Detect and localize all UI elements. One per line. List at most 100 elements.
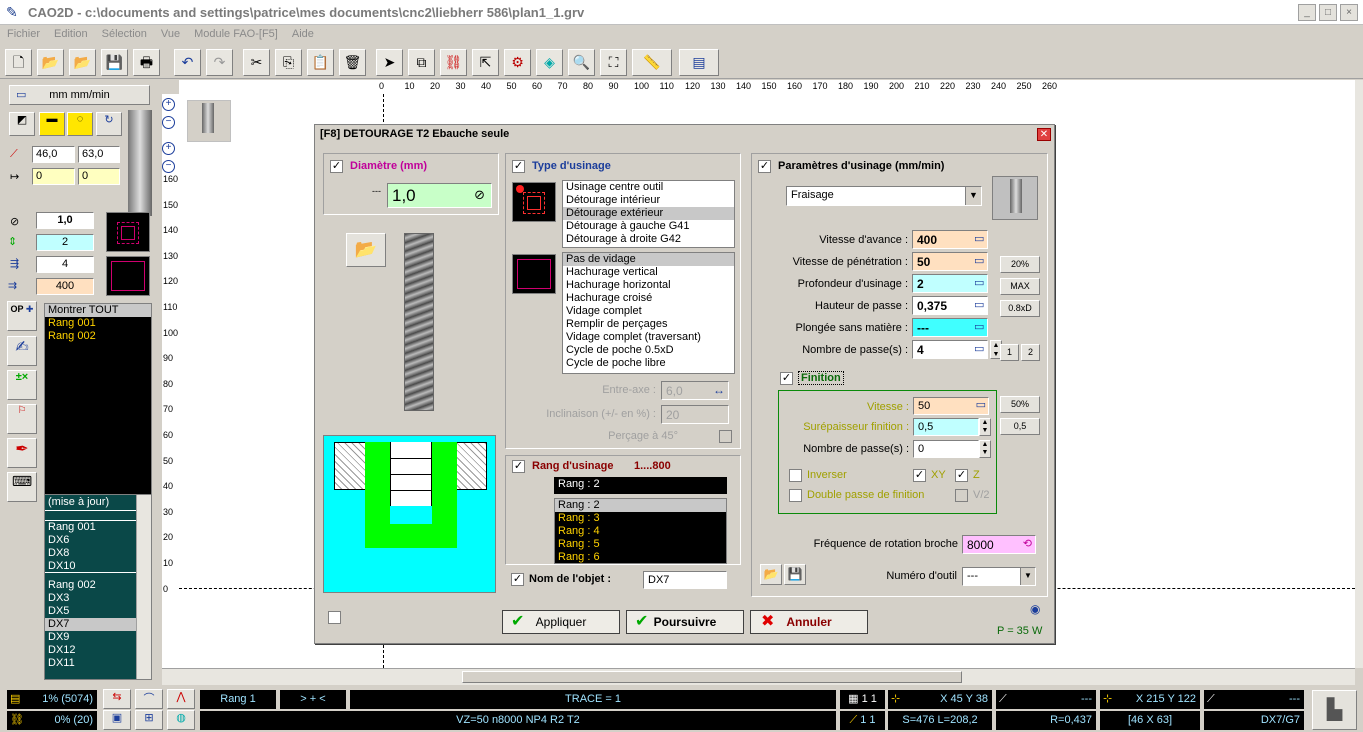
select-arrow-icon[interactable]: ➤ (376, 49, 403, 76)
onoff-icon[interactable]: ⚐ (7, 404, 37, 434)
maximize-button[interactable]: □ (1319, 4, 1337, 21)
finition-vitesse-field[interactable]: 50 ▭ (913, 397, 989, 415)
horizontal-scrollbar[interactable] (162, 668, 1355, 685)
close-window-button[interactable]: × (1340, 4, 1358, 21)
mode-select[interactable]: Fraisage ▼ (786, 186, 982, 206)
fill-mode-list[interactable]: Pas de vidage Hachurage vertical Hachurage… (562, 252, 735, 374)
new-file-icon[interactable]: 🗋 (5, 49, 32, 76)
extra-checkbox[interactable] (328, 611, 341, 624)
copy-icon[interactable]: ⎘ (275, 49, 302, 76)
offset-b-field[interactable]: 0 (78, 168, 120, 185)
redo-icon[interactable]: ↷ (206, 49, 233, 76)
zoom-out-2-icon[interactable]: − (162, 160, 175, 173)
passes-2-button[interactable]: 2 (1021, 344, 1040, 361)
menu-aide[interactable]: Aide (285, 26, 321, 40)
keyboard-icon[interactable]: ⌨ (7, 472, 37, 502)
toggle-a-icon[interactable]: ⇆ (103, 689, 131, 709)
units-button[interactable]: ▭ mm mm/min (9, 85, 150, 105)
op-button[interactable]: OP ✚ (7, 301, 37, 331)
list-item[interactable]: Pas de vidage (563, 253, 734, 266)
list-item[interactable]: Hachurage croisé (563, 292, 734, 305)
left-diameter-field[interactable]: 1,0 (36, 212, 94, 229)
menu-edition[interactable]: Edition (47, 26, 95, 40)
zoom-out-icon[interactable]: − (162, 116, 175, 129)
offset-a-field[interactable]: 0 (32, 168, 75, 185)
object-list-scrollbar[interactable] (136, 495, 151, 679)
rotation-field[interactable]: 8000 ⟲ (962, 535, 1036, 554)
list-item[interactable]: Rang : 2 (555, 499, 726, 512)
undo-icon[interactable]: ↶ (174, 49, 201, 76)
object-name-checkbox[interactable]: ✓ (511, 573, 524, 586)
inverser-checkbox[interactable] (789, 469, 802, 482)
layer-item[interactable]: Rang 002 (45, 330, 151, 343)
toggle-b-icon[interactable]: ▣ (103, 710, 131, 730)
usinage-type-checkbox[interactable]: ✓ (512, 160, 525, 173)
cut-icon[interactable]: ✂ (243, 49, 270, 76)
sign-icon[interactable]: ✒ (7, 438, 37, 468)
menu-fichier[interactable]: Fichier (0, 26, 47, 40)
max-button[interactable]: MAX (1000, 278, 1040, 295)
left-depth-field[interactable]: 2 (36, 234, 94, 251)
print-icon[interactable]: 🖶 (133, 49, 160, 76)
open-tool-folder-icon[interactable]: 📂 (346, 233, 386, 267)
finition-passes-spinner[interactable]: ▲ ▼ (979, 440, 991, 458)
menu-selection[interactable]: Sélection (95, 26, 154, 40)
zoom-in-2-icon[interactable]: + (162, 142, 175, 155)
z-checkbox[interactable]: ✓ (955, 469, 968, 482)
list-item[interactable]: Usinage centre outil (563, 181, 734, 194)
coord-b-field[interactable]: 63,0 (78, 146, 120, 163)
xy-checkbox[interactable]: ✓ (913, 469, 926, 482)
cancel-button[interactable]: ✖ Annuler (750, 610, 868, 634)
chain-icon[interactable]: ⛓ (440, 49, 467, 76)
percage-checkbox[interactable] (719, 430, 732, 443)
vertical-scrollbar[interactable] (1355, 80, 1363, 668)
chevron-down-icon[interactable]: ▼ (965, 187, 981, 205)
save-params-icon[interactable]: 💾 (784, 564, 806, 585)
list-item[interactable]: Vidage complet (traversant) (563, 331, 734, 344)
delete-icon[interactable]: 🗑 (339, 49, 366, 76)
surep-field[interactable]: 0,5 (913, 418, 979, 436)
menu-vue[interactable]: Vue (154, 26, 187, 40)
caliper-icon[interactable]: 📏 (632, 49, 672, 76)
list-item[interactable]: Détourage à droite G42 (563, 233, 734, 246)
list-item[interactable]: Rang : 4 (555, 525, 726, 538)
list-item[interactable]: Cycle de poche 0.5xD (563, 344, 734, 357)
left-feed-field[interactable]: 400 (36, 278, 94, 295)
v2-checkbox[interactable] (955, 489, 968, 502)
layer-item[interactable]: Montrer TOUT (45, 304, 151, 317)
continue-button[interactable]: ✔ Poursuivre (626, 610, 744, 634)
open-params-icon[interactable]: 📂 (760, 564, 782, 585)
pct50-button[interactable]: 50% (1000, 396, 1040, 413)
list-item[interactable]: Rang : 3 (555, 512, 726, 525)
view-3d-icon[interactable]: ◈ (536, 49, 563, 76)
tool-settings-icon[interactable]: ⚙ (504, 49, 531, 76)
zoom-in-icon[interactable]: + (162, 98, 175, 111)
layer-item[interactable]: Rang 001 (45, 317, 151, 330)
list-item[interactable]: Détourage à gauche G41 (563, 220, 734, 233)
list-item[interactable]: Remplir de perçages (563, 318, 734, 331)
paste-icon[interactable]: 📋 (307, 49, 334, 76)
05-button[interactable]: 0,5 (1000, 418, 1040, 435)
list-item[interactable]: Cycle de poche libre (563, 357, 734, 370)
inclinaison-field[interactable]: 20 (661, 405, 729, 424)
edit-path-icon[interactable]: ✍ (7, 336, 37, 366)
contour-preview-icon[interactable] (106, 212, 150, 252)
zoom-fit-icon[interactable]: ⛶ (600, 49, 627, 76)
surep-spinner[interactable]: ▲ ▼ (979, 418, 991, 436)
menu-module-fao[interactable]: Module FAO-[F5] (187, 26, 285, 40)
list-item[interactable]: Détourage intérieur (563, 194, 734, 207)
finition-passes-field[interactable]: 0 (913, 440, 979, 458)
list-item[interactable]: Détourage extérieur (563, 207, 734, 220)
diameter-checkbox[interactable]: ✓ (330, 160, 343, 173)
scroll-thumb[interactable] (462, 671, 962, 683)
rang-list[interactable]: Rang : 2 Rang : 3 Rang : 4 Rang : 5 Rang : 6 (554, 498, 727, 564)
grid-icon[interactable]: ⊞ (135, 710, 163, 730)
close-dialog-icon[interactable]: ✕ (1037, 128, 1051, 141)
tool-num-select[interactable]: --- ▼ (962, 567, 1036, 586)
profile-icon[interactable]: ⋀ (167, 689, 195, 709)
apply-button[interactable]: ✔ Appliquer (502, 610, 620, 634)
double-checkbox[interactable] (789, 489, 802, 502)
save-icon[interactable]: 💾 (101, 49, 128, 76)
coord-a-field[interactable]: 46,0 (32, 146, 75, 163)
select-shapes-icon[interactable]: ⧉ (408, 49, 435, 76)
